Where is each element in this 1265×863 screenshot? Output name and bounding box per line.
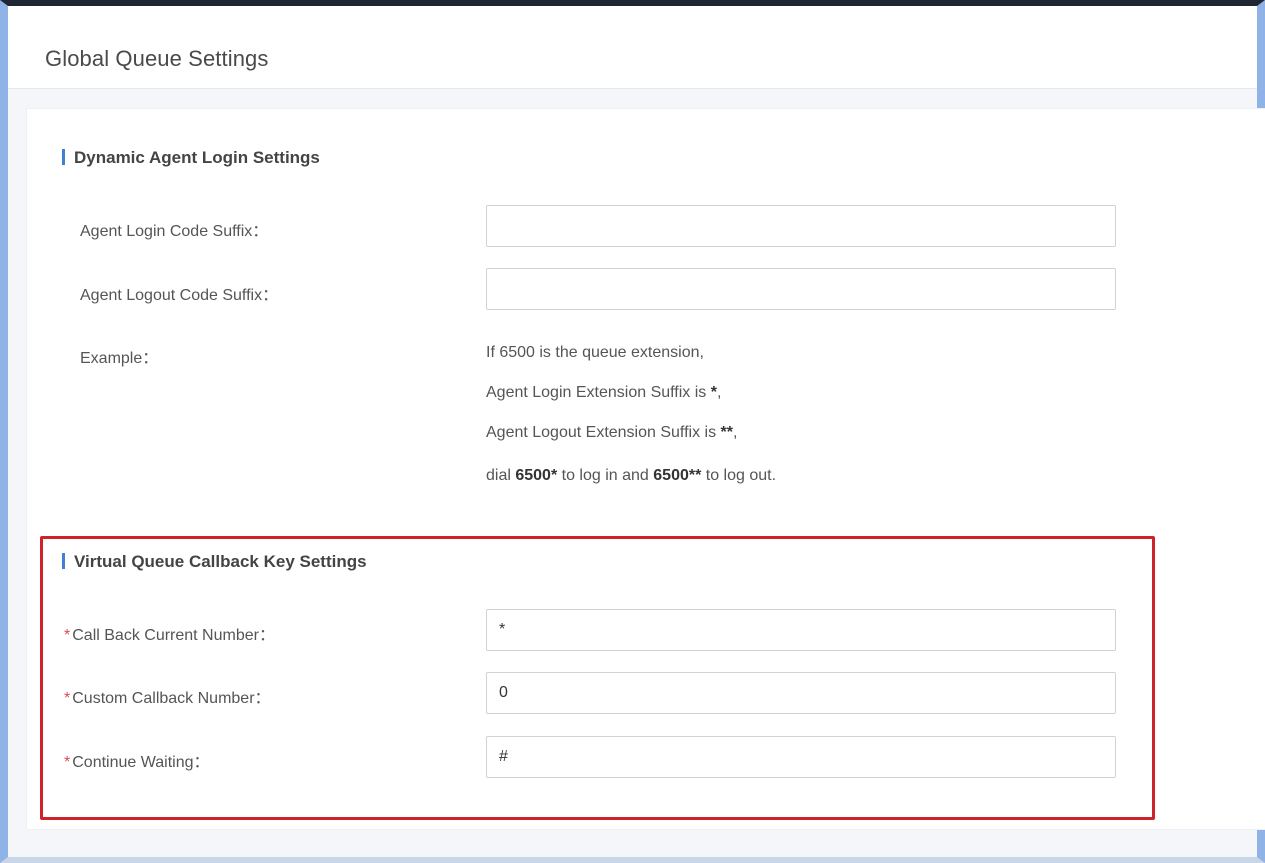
section-accent-bar: [62, 553, 65, 569]
callback-current-label: * Call Back Current Number：: [64, 621, 275, 645]
label-text: Continue Waiting：: [72, 754, 210, 771]
page-header: Global Queue Settings: [8, 6, 1257, 89]
continue-waiting-input[interactable]: [486, 736, 1116, 778]
label-text: Call Back Current Number：: [72, 627, 275, 644]
example-line-4: dial 6500* to log in and 6500** to log o…: [486, 467, 776, 485]
section-title-virtual-queue: Virtual Queue Callback Key Settings: [62, 552, 367, 572]
callback-current-input[interactable]: [486, 609, 1116, 651]
section-title-dynamic-agent: Dynamic Agent Login Settings: [62, 148, 320, 168]
example-bold: 6500**: [653, 467, 702, 484]
example-bold: **: [720, 424, 733, 441]
page-title: Global Queue Settings: [45, 46, 269, 71]
custom-callback-label: * Custom Callback Number：: [64, 684, 271, 708]
required-mark: *: [64, 627, 71, 644]
example-text: Agent Logout Extension Suffix is: [486, 424, 721, 441]
example-line-3: Agent Logout Extension Suffix is **,: [486, 424, 737, 442]
custom-callback-input[interactable]: [486, 672, 1116, 714]
required-mark: *: [64, 754, 71, 771]
example-text: dial: [486, 467, 516, 484]
example-line-2: Agent Login Extension Suffix is *,: [486, 384, 721, 402]
example-label: Example：: [80, 350, 159, 367]
section-accent-bar: [62, 149, 65, 165]
agent-login-suffix-label: Agent Login Code Suffix：: [80, 223, 269, 240]
required-mark: *: [64, 690, 71, 707]
example-bold: 6500*: [515, 467, 558, 484]
agent-logout-suffix-input[interactable]: [486, 268, 1116, 310]
example-text: ,: [716, 384, 722, 401]
section-title-text: Dynamic Agent Login Settings: [74, 148, 320, 167]
continue-waiting-label: * Continue Waiting：: [64, 748, 210, 772]
example-text: ,: [732, 424, 738, 441]
example-line-1: If 6500 is the queue extension,: [486, 344, 704, 361]
example-text: to log out.: [701, 467, 777, 484]
label-text: Custom Callback Number：: [72, 690, 271, 707]
example-text: Agent Login Extension Suffix is: [486, 384, 711, 401]
example-text: to log in and: [557, 467, 654, 484]
agent-logout-suffix-label: Agent Logout Code Suffix：: [80, 287, 279, 304]
section-title-text: Virtual Queue Callback Key Settings: [74, 552, 367, 571]
agent-login-suffix-input[interactable]: [486, 205, 1116, 247]
